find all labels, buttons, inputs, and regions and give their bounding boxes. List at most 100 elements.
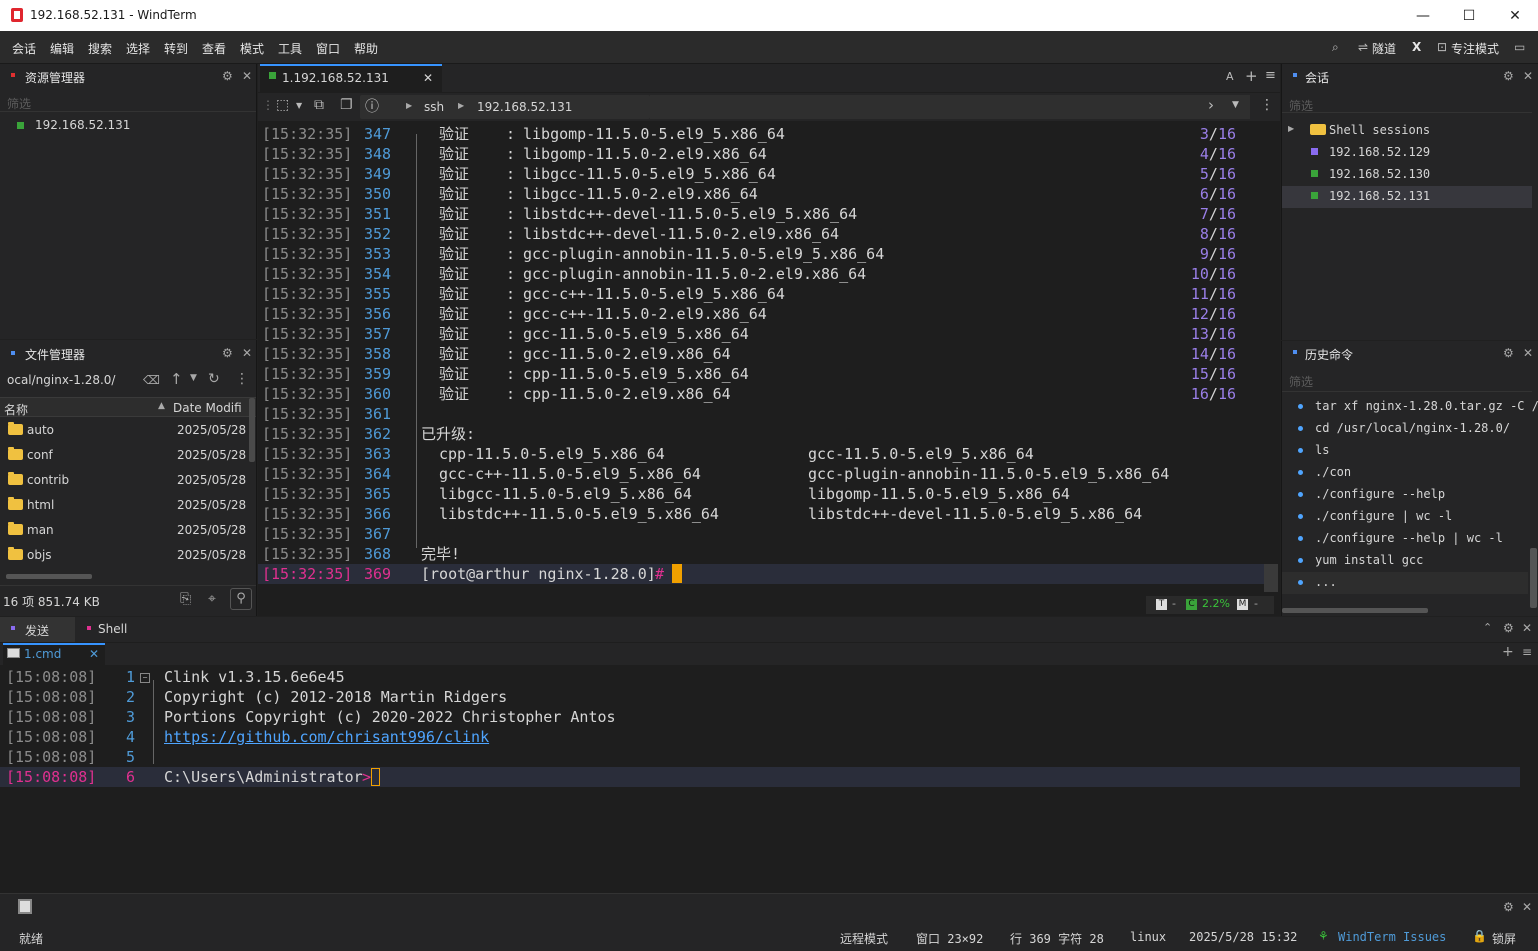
horizontal-scrollbar[interactable] [1282,608,1428,613]
close-window-button[interactable]: ✕ [1492,0,1538,31]
menu-goto[interactable]: 转到 [164,40,188,57]
gear-icon[interactable]: ⚙ [1503,900,1514,914]
close-icon[interactable]: ✕ [1523,69,1533,83]
gear-icon[interactable]: ⚙ [1503,621,1514,635]
menu-mode[interactable]: 模式 [240,40,264,57]
history-item[interactable]: ls [1282,440,1528,462]
history-item[interactable]: ./configure --help [1282,484,1528,506]
tab-close-icon[interactable]: ✕ [423,71,433,85]
menu-tools[interactable]: 工具 [278,40,302,57]
copy-icon[interactable]: ❐ [340,97,353,113]
layout-icon[interactable]: ▭ [1514,40,1525,54]
link-url[interactable]: https://github.com/chrisant996/clink [164,727,489,747]
search-icon[interactable]: ⌕ [1332,40,1339,55]
tab-shell[interactable]: Shell [75,617,155,642]
history-item[interactable]: tar xf nginx-1.28.0.tar.gz -C / [1282,396,1538,418]
history-item[interactable]: ./configure --help | wc -l [1282,528,1528,550]
terminal-prompt-line[interactable]: [15:32:35] 369 [root@arthur nginx-1.28.0] # [258,564,1264,584]
menu-window[interactable]: 窗口 [316,40,340,57]
tab-menu-icon[interactable]: ≡ [1265,68,1276,83]
file-row[interactable]: contrib 2025/05/28 [0,468,250,493]
drag-handle-icon[interactable]: ⋮ [262,98,274,112]
status-mode[interactable]: 远程模式 [840,930,888,947]
cursor[interactable] [672,564,682,583]
clear-path-icon[interactable]: ⌫ [143,373,160,387]
close-icon[interactable]: ✕ [242,346,252,360]
tunnel-button[interactable]: 隧道 [1372,40,1396,57]
close-icon[interactable]: ✕ [242,69,252,83]
cmd-prompt-line[interactable]: [15:08:08] 6 C:\Users\Administrator > [0,767,1520,787]
menu-session[interactable]: 会话 [12,40,36,57]
menu-help[interactable]: 帮助 [354,40,378,57]
file-row[interactable]: objs 2025/05/28 [0,543,250,568]
issues-link[interactable]: WindTerm Issues [1338,930,1446,944]
file-row[interactable]: auto 2025/05/28 [0,418,250,443]
chevron-right-icon[interactable]: › [1208,96,1214,114]
duplicate-icon[interactable]: ⧉ [314,97,324,113]
terminal-scrollbar[interactable] [1264,564,1278,592]
chevron-right-icon[interactable]: ▶ [1288,124,1294,133]
column-name[interactable]: 名称 [4,401,28,418]
focus-mode-button[interactable]: 专注模式 [1451,40,1499,57]
session-item[interactable]: 192.168.52.130 [1282,164,1532,186]
new-session-icon[interactable]: ⬚ [276,97,289,113]
menu-edit[interactable]: 编辑 [50,40,74,57]
close-icon[interactable]: ✕ [1522,621,1532,635]
chevron-down-icon[interactable]: ▼ [1232,100,1239,110]
address-bar[interactable]: ⓘ ▶ ssh ▶ 192.168.52.131 [360,95,650,119]
tab-close-icon[interactable]: ✕ [89,647,99,661]
cmd-tab[interactable]: 1.cmd ✕ [3,643,105,665]
fold-toggle-icon[interactable]: − [140,673,150,683]
maximize-button[interactable]: ☐ [1446,0,1492,31]
explorer-item[interactable]: 192.168.52.131 [35,118,130,132]
path-input[interactable]: ocal/nginx-1.28.0/ [7,373,115,387]
menu-view[interactable]: 查看 [202,40,226,57]
history-item[interactable]: ./configure | wc -l [1282,506,1528,528]
up-arrow-icon[interactable]: ↑ [170,370,183,388]
sync-icon[interactable]: ⚲ [230,588,252,610]
session-group[interactable]: Shell sessions [1329,123,1430,137]
tab-send[interactable]: 发送 [0,617,75,642]
address-bar-space[interactable] [650,95,1250,119]
chevron-down-icon[interactable]: ▼ [296,101,302,110]
tab-session[interactable]: 1.192.168.52.131 ✕ [260,64,442,92]
vertical-scrollbar[interactable] [249,398,255,462]
column-date[interactable]: Date Modifi [173,401,249,415]
document-icon[interactable] [18,899,32,914]
info-icon[interactable]: ⓘ [365,96,379,116]
file-row[interactable]: man 2025/05/28 [0,518,250,543]
history-item[interactable]: ... [1282,572,1528,594]
history-item[interactable]: yum install gcc [1282,550,1528,572]
chevron-up-icon[interactable]: ⌃ [1483,621,1492,634]
history-filter-input[interactable]: 筛选 [1289,373,1313,390]
cursor[interactable] [371,768,380,786]
session-item-selected[interactable]: 192.168.52.131 [1282,186,1532,208]
host-label[interactable]: 192.168.52.131 [477,100,572,114]
protocol-label[interactable]: ssh [424,100,444,114]
lock-screen-button[interactable]: 锁屏 [1492,930,1516,947]
status-position[interactable]: 行 369 字符 28 [1010,930,1104,947]
tab-menu-icon[interactable]: ≡ [1522,645,1532,659]
history-item[interactable]: ./con [1282,462,1528,484]
x-button[interactable]: X [1412,40,1421,54]
menu-search[interactable]: 搜索 [88,40,112,57]
gear-icon[interactable]: ⚙ [1503,346,1514,360]
cmd-output[interactable]: [15:08:08] 1 Clink v1.3.15.6e6e45 [15:08:08… [0,667,1530,797]
add-tab-button[interactable]: + [1245,67,1258,85]
add-tab-button[interactable]: + [1502,644,1514,660]
history-item[interactable]: cd /usr/local/nginx-1.28.0/ [1282,418,1528,440]
folder-open-icon[interactable]: ⎘ [180,591,191,607]
terminal-output[interactable]: [15:32:35] 347 验证: libgomp-11.5.0-5.el9_5.x… [258,124,1264,584]
file-row[interactable]: html 2025/05/28 [0,493,250,518]
status-window-size[interactable]: 窗口 23×92 [916,930,983,947]
vertical-scrollbar[interactable] [1530,548,1537,608]
refresh-icon[interactable]: ↻ [208,371,220,387]
minimize-button[interactable]: — [1400,0,1446,31]
font-icon[interactable]: A [1226,70,1234,83]
more-icon[interactable]: ⋮ [1260,97,1274,113]
explorer-filter-input[interactable]: 筛选 [7,95,31,112]
close-icon[interactable]: ✕ [1523,346,1533,360]
file-row[interactable]: conf 2025/05/28 [0,443,250,468]
session-item[interactable]: 192.168.52.129 [1282,142,1532,164]
menu-select[interactable]: 选择 [126,40,150,57]
